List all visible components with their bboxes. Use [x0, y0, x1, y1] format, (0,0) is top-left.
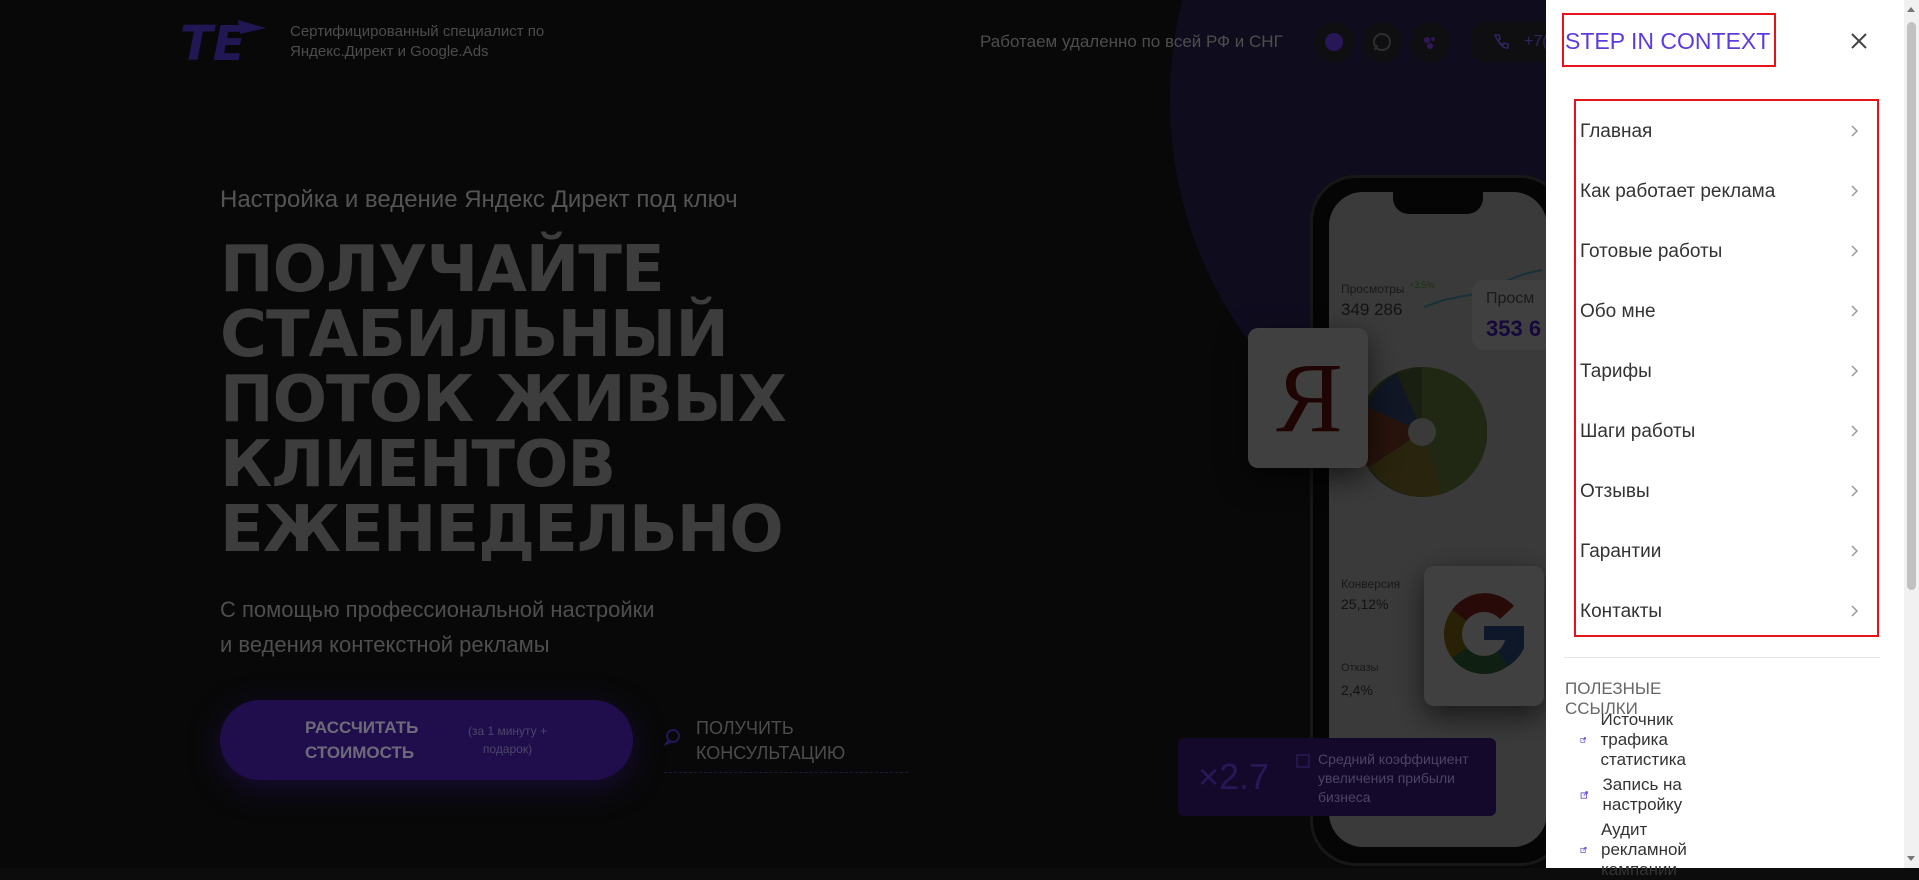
- menu-item-label: Тарифы: [1580, 361, 1652, 382]
- useful-link[interactable]: Запись на настройку: [1580, 775, 1690, 814]
- menu-item-label: Контакты: [1580, 601, 1663, 622]
- scroll-up-arrow-icon[interactable]: [1905, 4, 1917, 14]
- useful-link[interactable]: Источник трафика статистика: [1580, 710, 1696, 769]
- chevron-right-icon: [1851, 425, 1859, 437]
- external-link-icon: [1580, 791, 1588, 799]
- useful-link[interactable]: Аудит рекламной кампании: [1580, 820, 1696, 879]
- chevron-right-icon: [1851, 305, 1859, 317]
- menu-item-home[interactable]: Главная: [1580, 112, 1860, 152]
- menu-item-guarantees[interactable]: Гарантии: [1580, 532, 1860, 572]
- menu-item-label: Готовые работы: [1580, 241, 1723, 262]
- chevron-right-icon: [1851, 545, 1859, 557]
- menu-item-how-ads-work[interactable]: Как работает реклама: [1580, 172, 1860, 212]
- menu-item-work-steps[interactable]: Шаги работы: [1580, 412, 1860, 452]
- useful-link-label: Запись на настройку: [1602, 775, 1683, 814]
- menu-item-about[interactable]: Обо мне: [1580, 292, 1860, 332]
- menu-item-contacts[interactable]: Контакты: [1580, 592, 1860, 632]
- menu-item-label: Обо мне: [1580, 301, 1656, 322]
- chevron-right-icon: [1851, 125, 1859, 137]
- chevron-right-icon: [1851, 185, 1859, 197]
- drawer-divider: [1564, 657, 1880, 658]
- chevron-right-icon: [1851, 485, 1859, 497]
- external-link-icon: [1580, 737, 1586, 743]
- close-icon[interactable]: [1848, 30, 1870, 52]
- menu-item-label: Как работает реклама: [1580, 181, 1776, 202]
- menu-item-label: Гарантии: [1580, 541, 1662, 562]
- menu-item-pricing[interactable]: Тарифы: [1580, 352, 1860, 392]
- chevron-right-icon: [1851, 365, 1859, 377]
- external-link-icon: [1580, 847, 1587, 853]
- scroll-down-arrow-icon[interactable]: [1905, 854, 1917, 864]
- useful-link-label: Источник трафика статистика: [1600, 710, 1686, 769]
- modal-backdrop[interactable]: [0, 0, 1546, 868]
- drawer-brand[interactable]: STEP IN CONTEXT: [1565, 28, 1770, 55]
- menu-item-label: Отзывы: [1580, 481, 1650, 502]
- scrollbar-thumb[interactable]: [1907, 22, 1916, 590]
- menu-item-label: Главная: [1580, 121, 1653, 142]
- chevron-right-icon: [1851, 605, 1859, 617]
- useful-link-label: Аудит рекламной кампании: [1600, 820, 1687, 879]
- chevron-right-icon: [1851, 245, 1859, 257]
- menu-item-portfolio[interactable]: Готовые работы: [1580, 232, 1860, 272]
- menu-item-label: Шаги работы: [1580, 421, 1696, 442]
- menu-item-reviews[interactable]: Отзывы: [1580, 472, 1860, 512]
